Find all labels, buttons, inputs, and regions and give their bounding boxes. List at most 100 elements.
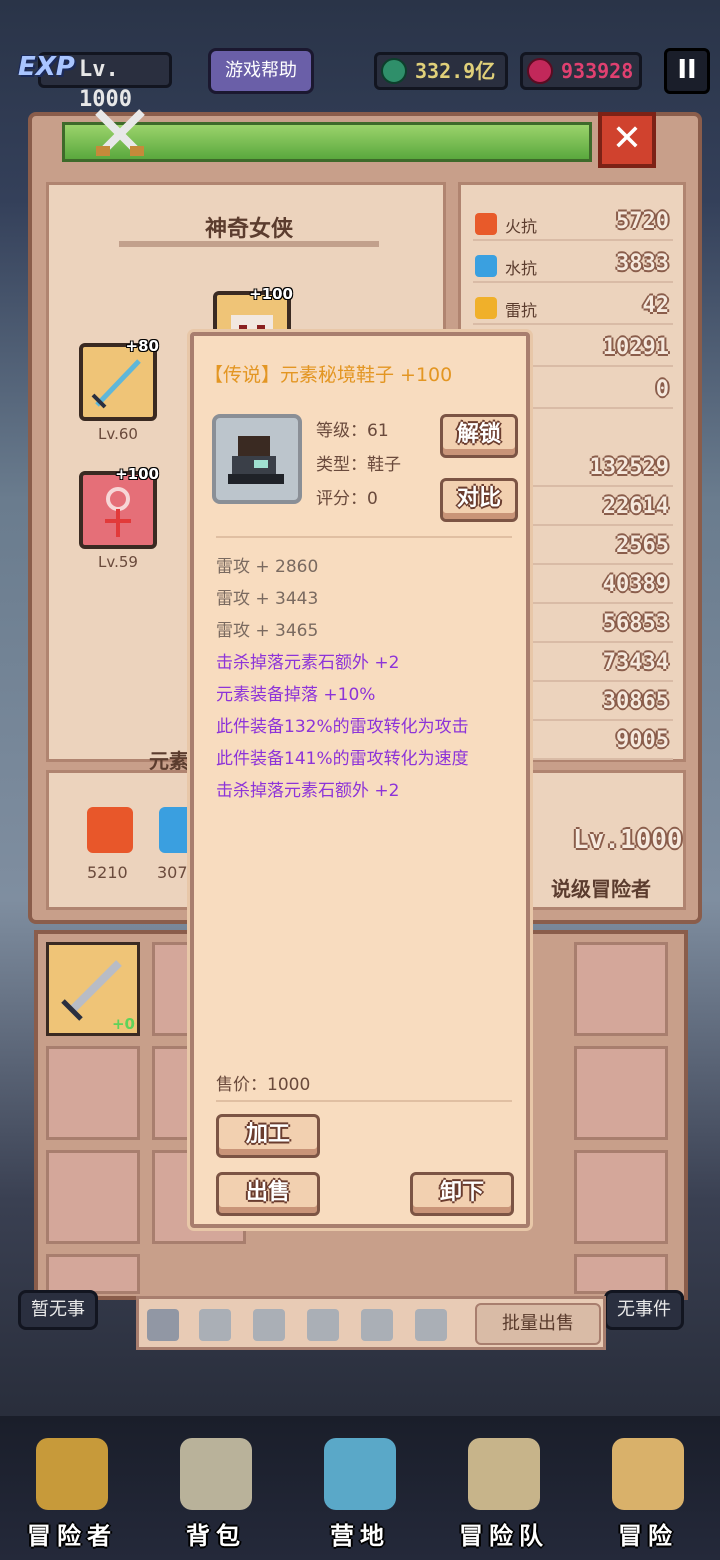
inventory-slot[interactable] [574,1254,668,1294]
book-nav-icon [468,1438,540,1510]
nav-label: 背包 [186,1522,246,1550]
process-button[interactable]: 加工 [216,1114,320,1158]
helmet-plus-level: +100 [249,285,293,303]
red-gem-icon [527,58,553,84]
event-status-right: 无事件 [604,1290,684,1330]
nav-label: 冒险者 [27,1522,117,1550]
resist-row-water: 水抗 3833 [473,249,673,283]
nav-team[interactable]: 冒险队 [432,1416,576,1560]
resist-row-lightning: 雷抗 42 [473,291,673,325]
item-title: 【传说】元素秘境鞋子 +100 [204,364,453,386]
fire-element-icon [87,807,133,853]
resist-value: 3833 [616,251,669,276]
crossed-swords-icon [95,109,145,156]
stat-value: 22614 [602,494,669,519]
bulk-sell-button[interactable]: 批量出售 [475,1303,601,1345]
resist-value: 10291 [602,335,669,360]
ring-tab-icon[interactable] [415,1309,447,1341]
item-score: 评分：0 [316,489,378,509]
weapon-slot[interactable]: +80 [79,337,159,421]
inventory-slot[interactable] [574,1150,668,1244]
resist-label: 雷抗 [505,301,538,320]
resist-value: 5720 [616,209,669,234]
weapon-plus-level: +80 [125,337,159,355]
nav-label: 营地 [330,1522,390,1550]
nav-label: 冒险队 [459,1522,549,1550]
nav-label: 冒险 [618,1522,678,1550]
lightning-icon [475,297,497,319]
item-level: 等级：61 [316,421,389,441]
backpack-nav-icon [180,1438,252,1510]
base-attribute: 雷攻 + 3465 [216,621,319,641]
nav-adventurer[interactable]: 冒险者 [0,1416,144,1560]
unlock-button[interactable]: 解锁 [440,414,518,458]
stat-value: 132529 [589,455,669,480]
amulet-level: Lv.59 [98,553,138,571]
resist-label: 水抗 [505,259,538,278]
helmet-nav-icon [36,1438,108,1510]
sell-button[interactable]: 出售 [216,1172,320,1216]
bottom-navigation: 冒险者 背包 营地 冒险队 冒险 [0,1416,720,1560]
ice-sword-icon [91,359,141,409]
name-underline [119,241,379,247]
stat-value: 40389 [602,572,669,597]
pants-tab-icon[interactable] [361,1309,393,1341]
stat-value: 56853 [602,611,669,636]
item-plus-level: +0 [111,1015,135,1033]
base-attribute: 雷攻 + 2860 [216,557,319,577]
helmet-tab-icon[interactable] [253,1309,285,1341]
unequip-button[interactable]: 卸下 [410,1172,514,1216]
sword-nav-icon [612,1438,684,1510]
amulet-plus-level: +100 [115,465,159,483]
nav-adventure[interactable]: 冒险 [576,1416,720,1560]
character-name: 神奇女侠 [204,217,293,242]
item-type: 类型：鞋子 [316,455,401,475]
inventory-slot[interactable] [574,942,668,1036]
fire-icon [475,213,497,235]
resist-label: 火抗 [505,217,538,236]
game-help-button[interactable]: 游戏帮助 [208,48,314,94]
item-detail-popup: 【传说】元素秘境鞋子 +100 等级：61 类型：鞋子 评分：0 解锁 对比 雷… [190,332,530,1228]
base-attribute: 雷攻 + 3443 [216,589,319,609]
green-gem-icon [381,58,407,84]
adventurer-level: Lv.1000 [573,825,683,855]
special-attribute: 此件装备141%的雷攻转化为速度 [216,749,469,769]
boots-icon [212,414,302,504]
weapon-tab-icon[interactable] [147,1309,179,1341]
stat-value: 30865 [602,689,669,714]
event-status-left: 暂无事 [18,1290,98,1330]
close-button[interactable]: ✕ [598,112,656,168]
inventory-slot[interactable]: +0 [46,942,140,1036]
green-currency-display: 332.9亿 [374,52,508,90]
inventory-slot[interactable] [46,1150,140,1244]
green-currency-value: 332.9亿 [415,59,496,83]
divider [216,1100,512,1102]
resist-row-fire: 火抗 5720 [473,207,673,241]
resist-value: 42 [642,293,670,318]
red-currency-value: 933928 [561,59,634,83]
stat-value: 9005 [616,728,669,753]
special-attribute: 击杀掉落元素石额外 +2 [216,781,400,801]
inventory-slot[interactable] [46,1254,140,1294]
nav-camp[interactable]: 营地 [288,1416,432,1560]
amulet-slot[interactable]: +100 [79,465,159,549]
accessory-tab-icon[interactable] [307,1309,339,1341]
exp-icon: EXP [18,52,75,82]
water-icon [475,255,497,277]
pause-button[interactable]: II [664,48,710,94]
banner-nav-icon [324,1438,396,1510]
fire-element-value: 5210 [87,863,128,882]
compare-button[interactable]: 对比 [440,478,518,522]
close-icon: ✕ [611,118,643,159]
armor-tab-icon[interactable] [199,1309,231,1341]
inventory-slot[interactable] [574,1046,668,1140]
special-attribute: 击杀掉落元素石额外 +2 [216,653,400,673]
nav-backpack[interactable]: 背包 [144,1416,288,1560]
divider [216,536,512,538]
adventurer-rank: 说级冒险者 [551,877,651,901]
ankh-amulet-icon [105,487,131,537]
stat-value: 73434 [602,650,669,675]
inventory-slot[interactable] [46,1046,140,1140]
inventory-tabs: 批量出售 [136,1296,606,1350]
weapon-level: Lv.60 [98,425,138,443]
